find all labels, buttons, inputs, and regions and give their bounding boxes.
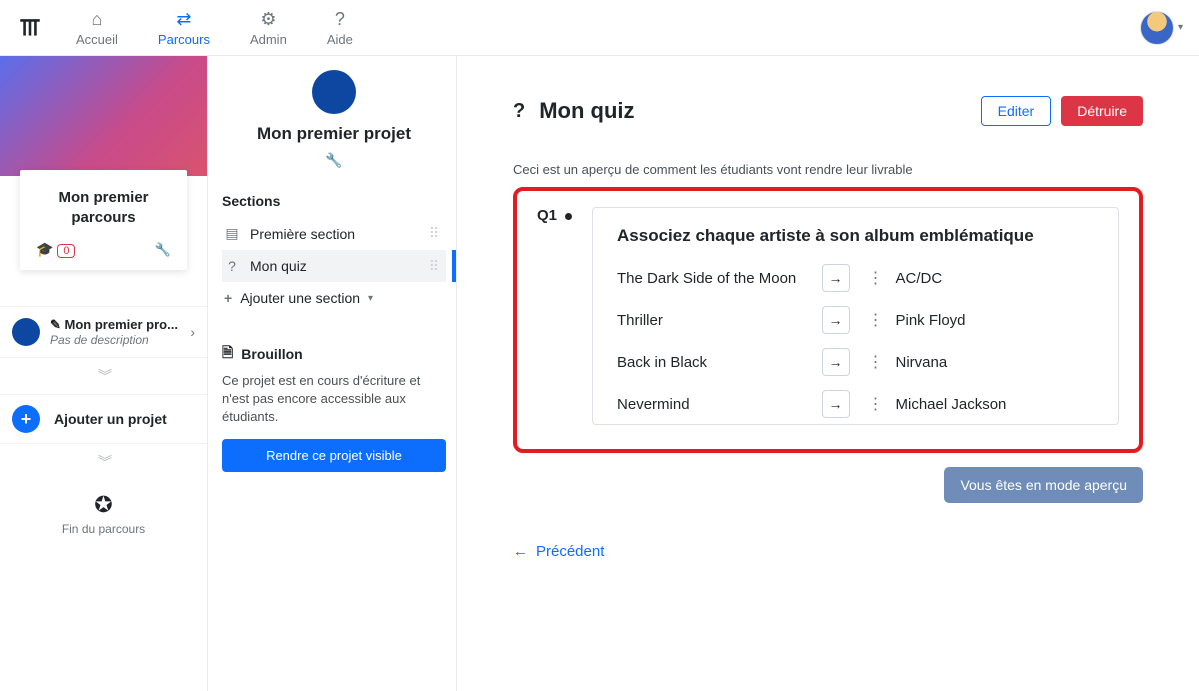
question-icon: ? bbox=[513, 100, 525, 123]
nav-label: Accueil bbox=[76, 32, 118, 47]
section-item-quiz[interactable]: ? Mon quiz ⠿ bbox=[222, 250, 446, 282]
draft-block: 🗎 Brouillon Ce projet est en cours d'écr… bbox=[222, 342, 446, 472]
match-left: Thriller bbox=[617, 312, 815, 329]
page-header: ? Mon quiz Editer Détruire bbox=[513, 96, 1143, 126]
document-icon: ▤ bbox=[224, 225, 240, 242]
match-right: Michael Jackson bbox=[896, 396, 1095, 413]
nav-label: Parcours bbox=[158, 32, 210, 47]
draft-icon: 🗎 bbox=[222, 342, 233, 366]
award-icon: ✪ bbox=[0, 492, 207, 518]
drag-handle-icon[interactable]: ⠿ bbox=[429, 263, 440, 270]
edit-button[interactable]: Editer bbox=[981, 96, 1052, 126]
add-section-button[interactable]: + Ajouter une section ▾ bbox=[222, 282, 446, 314]
wrench-icon[interactable]: 🔧 bbox=[155, 242, 171, 258]
match-left: Nevermind bbox=[617, 396, 815, 413]
make-visible-button[interactable]: Rendre ce projet visible bbox=[222, 439, 446, 472]
gears-icon: ⚙ bbox=[260, 9, 276, 30]
parcours-icon: ⇄ bbox=[176, 9, 191, 30]
avatar bbox=[1140, 11, 1174, 45]
nav-accueil[interactable]: ⌂ Accueil bbox=[76, 9, 118, 47]
parcours-card: Mon premier parcours 🎓 0 🔧 bbox=[20, 170, 187, 270]
add-project-label: Ajouter un projet bbox=[54, 411, 167, 427]
page-title: Mon quiz bbox=[539, 98, 634, 124]
expand-down-icon[interactable]: ︾ bbox=[0, 358, 207, 394]
sidebar-parcours: Mon premier parcours 🎓 0 🔧 ✎ Mon premier… bbox=[0, 56, 207, 691]
match-left: The Dark Side of the Moon bbox=[617, 270, 815, 287]
project-header: Mon premier projet 🔧 bbox=[222, 70, 446, 169]
project-name: Mon premier pro... bbox=[65, 317, 178, 332]
preview-mode-badge[interactable]: Vous êtes en mode aperçu bbox=[944, 467, 1143, 503]
arrow-left-icon: ← bbox=[513, 543, 528, 560]
match-right: Nirvana bbox=[896, 354, 1095, 371]
main-content: ? Mon quiz Editer Détruire Ceci est un a… bbox=[457, 56, 1199, 691]
help-icon: ? bbox=[335, 9, 345, 30]
chevron-right-icon: › bbox=[190, 324, 195, 340]
arrow-button[interactable]: → bbox=[822, 348, 850, 376]
previous-label: Précédent bbox=[536, 543, 604, 560]
sections-heading: Sections bbox=[222, 193, 446, 209]
main-nav: ⌂ Accueil ⇄ Parcours ⚙ Admin ? Aide bbox=[76, 9, 353, 47]
dot-icon bbox=[565, 213, 572, 220]
home-icon: ⌂ bbox=[92, 9, 103, 30]
destroy-button[interactable]: Détruire bbox=[1061, 96, 1143, 126]
nav-aide[interactable]: ? Aide bbox=[327, 9, 353, 47]
draft-title: Brouillon bbox=[241, 346, 302, 362]
nav-admin[interactable]: ⚙ Admin bbox=[250, 9, 287, 47]
section-label: Mon quiz bbox=[250, 258, 419, 274]
parcours-banner bbox=[0, 56, 207, 176]
student-count: 0 bbox=[57, 244, 75, 258]
project-avatar bbox=[12, 318, 40, 346]
nav-label: Aide bbox=[327, 32, 353, 47]
match-right: AC/DC bbox=[896, 270, 1095, 287]
add-section-label: Ajouter une section bbox=[240, 290, 360, 306]
caret-down-icon: ▾ bbox=[1178, 22, 1183, 33]
preview-note: Ceci est un aperçu de comment les étudia… bbox=[513, 162, 1143, 177]
match-left: Back in Black bbox=[617, 354, 815, 371]
wrench-icon[interactable]: 🔧 bbox=[325, 152, 342, 169]
nav-parcours[interactable]: ⇄ Parcours bbox=[158, 9, 210, 47]
highlight-box: Q1 Associez chaque artiste à son album e… bbox=[513, 187, 1143, 453]
grip-icon[interactable]: ⋮ bbox=[868, 310, 884, 330]
caret-down-icon: ▾ bbox=[368, 293, 373, 304]
match-right: Pink Floyd bbox=[896, 312, 1095, 329]
add-project-button[interactable]: + Ajouter un projet bbox=[0, 394, 207, 444]
project-avatar-large bbox=[312, 70, 356, 114]
user-menu[interactable]: ▾ bbox=[1140, 11, 1183, 45]
draft-description: Ce projet est en cours d'écriture et n'e… bbox=[222, 372, 446, 427]
expand-down-icon[interactable]: ︾ bbox=[0, 444, 207, 480]
sidebar-project: Mon premier projet 🔧 Sections ▤ Première… bbox=[207, 56, 457, 691]
previous-link[interactable]: ← Précédent bbox=[513, 543, 1143, 560]
fin-label: Fin du parcours bbox=[0, 522, 207, 536]
project-desc: Pas de description bbox=[50, 333, 180, 347]
plus-icon: + bbox=[224, 290, 232, 306]
section-item-premiere[interactable]: ▤ Première section ⠿ bbox=[222, 217, 446, 250]
project-title: Mon premier projet bbox=[222, 124, 446, 144]
grip-icon[interactable]: ⋮ bbox=[868, 268, 884, 288]
nav-label: Admin bbox=[250, 32, 287, 47]
section-label: Première section bbox=[250, 226, 419, 242]
arrow-button[interactable]: → bbox=[822, 306, 850, 334]
question-number: Q1 bbox=[537, 207, 572, 425]
graduation-icon: 🎓 bbox=[36, 241, 53, 257]
arrow-button[interactable]: → bbox=[822, 264, 850, 292]
match-grid: The Dark Side of the Moon → ⋮ AC/DC Thri… bbox=[617, 264, 1094, 418]
plus-icon: + bbox=[12, 405, 40, 433]
grip-icon[interactable]: ⋮ bbox=[868, 394, 884, 414]
project-item[interactable]: ✎ Mon premier pro... Pas de description … bbox=[0, 306, 207, 358]
topbar: ⌂ Accueil ⇄ Parcours ⚙ Admin ? Aide ▾ bbox=[0, 0, 1199, 56]
logo[interactable] bbox=[16, 14, 44, 42]
edit-icon: ✎ bbox=[50, 317, 61, 332]
parcours-title: Mon premier parcours bbox=[32, 188, 175, 227]
fin-parcours: ✪ Fin du parcours bbox=[0, 492, 207, 536]
question-icon: ? bbox=[224, 258, 240, 274]
grip-icon[interactable]: ⋮ bbox=[868, 352, 884, 372]
question-title: Associez chaque artiste à son album embl… bbox=[617, 226, 1094, 246]
drag-handle-icon[interactable]: ⠿ bbox=[429, 230, 440, 237]
question-body: Associez chaque artiste à son album embl… bbox=[592, 207, 1119, 425]
arrow-button[interactable]: → bbox=[822, 390, 850, 418]
students-badge[interactable]: 🎓 0 bbox=[36, 241, 75, 258]
